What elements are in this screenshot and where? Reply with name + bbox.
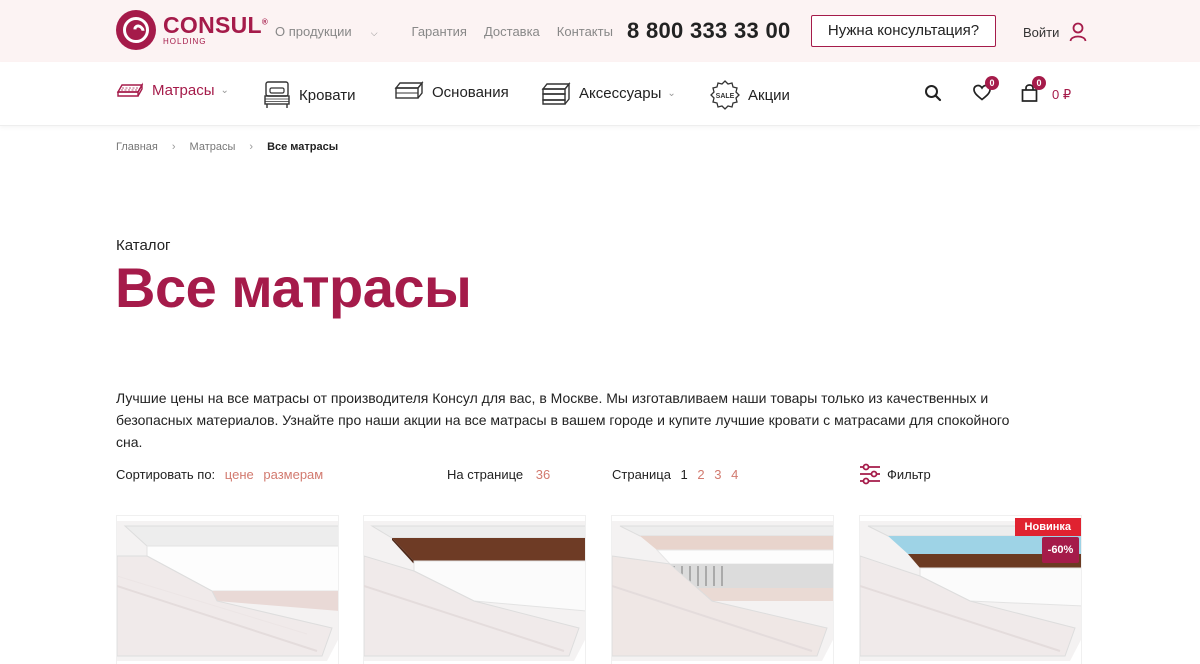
phone-number[interactable]: 8 800 333 33 00: [627, 18, 791, 44]
sort-by-price[interactable]: цене: [225, 467, 254, 482]
product-image: [612, 516, 833, 664]
consultation-button[interactable]: Нужна консультация?: [811, 15, 996, 47]
discount-badge: -60%: [1042, 537, 1079, 563]
topnav-contacts[interactable]: Контакты: [557, 24, 613, 39]
sort-control: Сортировать по: цене размерам: [116, 467, 323, 482]
intro-text: Лучшие цены на все матрасы от производит…: [116, 390, 1010, 450]
breadcrumb-current: Все матрасы: [267, 141, 339, 153]
nav-mattresses[interactable]: Матрасы ⌄: [116, 80, 229, 100]
breadcrumb: Главная › Матрасы › Все матрасы: [116, 141, 338, 153]
catalog-label: Каталог: [116, 237, 171, 254]
product-card[interactable]: [116, 515, 339, 664]
logo-name: CONSUL: [163, 12, 262, 38]
chevron-right-icon: ›: [249, 141, 254, 153]
mattress-icon: [116, 82, 144, 97]
pagination-label: Страница: [612, 467, 671, 482]
pagination-page-4[interactable]: 4: [731, 467, 738, 482]
per-page-label: На странице: [447, 467, 524, 482]
product-card[interactable]: Новинка -60%: [859, 515, 1082, 664]
topnav-about[interactable]: О продукции ⌵: [275, 24, 395, 39]
user-icon: [1069, 22, 1087, 42]
sort-by-size[interactable]: размерам: [263, 467, 323, 482]
sale-icon: SALE: [710, 80, 740, 110]
nav-beds[interactable]: Кровати: [263, 80, 355, 110]
login-label: Войти: [1023, 24, 1060, 40]
filter-label: Фильтр: [887, 466, 931, 482]
bed-icon: [264, 81, 290, 108]
topnav-warranty[interactable]: Гарантия: [412, 24, 467, 39]
cart-sum[interactable]: 0 ₽: [1052, 87, 1071, 103]
product-image: [117, 516, 338, 664]
login-link[interactable]: Войти: [1023, 22, 1087, 42]
nav-sales[interactable]: SALE Акции: [710, 80, 790, 110]
sort-label: Сортировать по:: [116, 467, 216, 482]
breadcrumb-home[interactable]: Главная: [116, 141, 158, 153]
cart-button[interactable]: 0: [1021, 76, 1046, 107]
favorites-count-badge: 0: [985, 76, 999, 90]
chevron-down-icon: ⌄: [667, 87, 676, 99]
chevron-right-icon: ›: [171, 141, 176, 153]
cart-count-badge: 0: [1032, 76, 1046, 90]
main-navigation: Матрасы ⌄ Кровати Основания Аксессуары ⌄…: [0, 62, 1200, 126]
favorites-button[interactable]: 0: [973, 76, 999, 106]
top-navigation: О продукции ⌵ Гарантия Доставка Контакты: [275, 24, 630, 39]
search-button[interactable]: [924, 84, 942, 107]
filter-icon: [860, 463, 880, 485]
pagination: Страница 1 2 3 4: [612, 467, 738, 482]
top-bar: CONSUL® HOLDING О продукции ⌵ Гарантия До…: [0, 0, 1200, 62]
per-page-control: На странице 36: [447, 467, 550, 482]
logo-subtitle: HOLDING: [163, 37, 207, 46]
new-badge: Новинка: [1014, 518, 1081, 536]
pagination-page-2[interactable]: 2: [697, 467, 704, 482]
topnav-delivery[interactable]: Доставка: [484, 24, 540, 39]
page-title: Все матрасы: [115, 256, 472, 319]
filter-button[interactable]: Фильтр: [859, 463, 931, 485]
nav-bases[interactable]: Основания: [394, 80, 509, 104]
per-page-value[interactable]: 36: [536, 467, 550, 482]
product-card[interactable]: [363, 515, 586, 664]
logo[interactable]: CONSUL® HOLDING: [116, 10, 268, 50]
product-card[interactable]: [611, 515, 834, 664]
search-icon: [925, 85, 942, 102]
chevron-down-icon: ⌄: [220, 84, 229, 96]
logo-icon: [116, 10, 156, 50]
product-image: [364, 516, 585, 664]
pagination-page-3[interactable]: 3: [714, 467, 721, 482]
chevron-down-icon: ⌵: [370, 28, 378, 38]
base-icon: [394, 81, 424, 99]
nav-accessories[interactable]: Аксессуары ⌄: [541, 80, 676, 106]
breadcrumb-mattresses[interactable]: Матрасы: [190, 141, 236, 153]
pagination-current: 1: [680, 467, 688, 482]
accessories-icon: [541, 82, 571, 105]
svg-text:SALE: SALE: [716, 93, 735, 100]
